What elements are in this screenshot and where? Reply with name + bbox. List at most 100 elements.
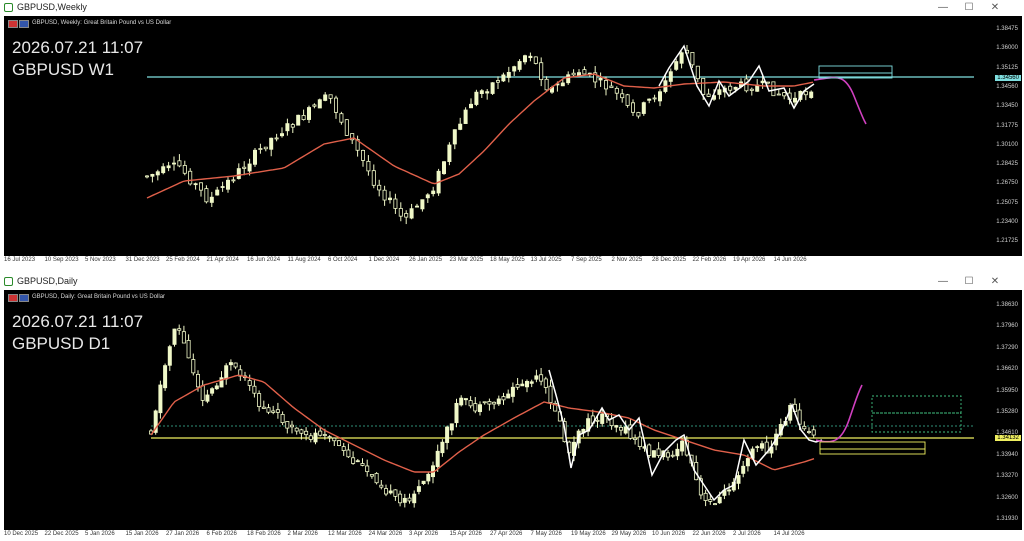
candle-body <box>544 78 549 91</box>
candlestick <box>177 154 182 168</box>
candle-body <box>177 328 182 331</box>
minimize-button[interactable]: — <box>932 0 954 16</box>
candle-body <box>275 409 280 413</box>
daily-chart-area[interactable]: GBPUSD, Daily: Great Britain Pound vs US… <box>4 290 1022 530</box>
candle-body <box>474 91 479 105</box>
close-button[interactable]: ✕ <box>984 0 1006 16</box>
candlestick <box>205 389 210 404</box>
candlestick <box>633 434 638 445</box>
candlestick <box>181 325 186 344</box>
candle-body <box>193 183 198 186</box>
candle-body <box>181 331 186 344</box>
weekly-chart-area[interactable]: GBPUSD, Weekly: Great Britain Pound vs U… <box>4 16 1022 256</box>
candle-body <box>515 384 520 388</box>
price-tick-label: 1.36000 <box>996 45 1018 52</box>
candlestick <box>158 380 163 419</box>
candle-body <box>636 112 641 117</box>
candle-body <box>285 123 290 132</box>
candle-body <box>285 421 290 429</box>
close-button[interactable]: ✕ <box>984 274 1006 290</box>
maximize-button[interactable]: ☐ <box>958 274 980 290</box>
candle-body <box>195 374 200 388</box>
candle-body <box>215 189 220 196</box>
date-tick-label: 16 Jul 2023 <box>4 257 36 263</box>
candle-body <box>501 74 506 82</box>
candle-body <box>713 503 718 506</box>
candle-body <box>205 394 210 402</box>
date-tick-label: 2 Jul 2026 <box>733 531 761 537</box>
candle-body <box>760 443 765 449</box>
candlestick <box>473 397 478 414</box>
candle-body <box>766 81 771 84</box>
candlestick <box>167 344 172 371</box>
candlestick <box>166 161 171 172</box>
candlestick <box>388 484 393 495</box>
daily-titlebar[interactable]: GBPUSD,Daily — ☐ ✕ <box>0 274 1024 290</box>
candle-body <box>301 115 306 120</box>
candle-body <box>404 213 409 218</box>
weekly-datetime: 2026.07.21 11:07 <box>12 38 144 57</box>
candlestick <box>328 94 333 104</box>
weekly-price-scale[interactable]: 1.38475 1.36000 1.35125 1.34560 1.33450 1.317… <box>975 16 1022 256</box>
candlestick <box>191 353 196 376</box>
candlestick <box>285 420 290 434</box>
candle-body <box>236 168 241 179</box>
candle-body <box>717 496 722 504</box>
candle-body <box>620 93 625 99</box>
maximize-button[interactable]: ☐ <box>958 0 980 16</box>
date-tick-label: 22 Dec 2025 <box>44 531 79 537</box>
daily-price-scale[interactable]: 1.38630 1.37960 1.37290 1.36620 1.35950 1.352… <box>975 290 1022 530</box>
candlestick <box>382 185 387 206</box>
candle-body <box>318 430 323 436</box>
candlestick <box>637 431 642 450</box>
candle-body <box>407 497 412 502</box>
candle-body <box>582 69 587 75</box>
candle-body <box>346 449 351 458</box>
candlestick <box>333 95 338 119</box>
candle-body <box>447 144 452 162</box>
candle-body <box>210 388 215 394</box>
candle-body <box>299 429 304 434</box>
candle-body <box>733 86 738 90</box>
date-tick-label: 16 Jun 2024 <box>247 257 281 263</box>
candlestick <box>332 437 337 447</box>
candlestick <box>717 83 722 100</box>
candlestick <box>366 155 371 176</box>
candlestick <box>666 449 671 461</box>
minimize-button[interactable]: — <box>932 274 954 290</box>
candlestick <box>459 395 464 407</box>
candlestick <box>371 164 376 189</box>
candle-body <box>182 165 187 174</box>
date-tick-label: 2 Mar 2026 <box>287 531 318 537</box>
candle-body <box>647 444 652 456</box>
candle-body <box>468 103 473 109</box>
candlestick <box>755 445 760 453</box>
candle-body <box>167 346 172 366</box>
candle-body <box>393 489 398 497</box>
candle-body <box>656 448 661 457</box>
candlestick <box>477 401 482 416</box>
date-tick-label: 6 Oct 2024 <box>328 257 358 263</box>
candlestick <box>620 89 625 103</box>
weekly-titlebar[interactable]: GBPUSD,Weekly — ☐ ✕ <box>0 0 1024 16</box>
date-tick-label: 15 Jan 2026 <box>125 531 159 537</box>
candlestick <box>454 398 459 428</box>
candle-body <box>566 74 571 84</box>
candle-body <box>523 55 528 63</box>
candlestick <box>520 379 525 387</box>
candlestick <box>360 149 365 167</box>
date-tick-label: 19 May 2026 <box>571 531 606 537</box>
candlestick <box>261 400 266 410</box>
candlestick <box>271 405 276 415</box>
candlestick <box>474 89 479 107</box>
candlestick <box>525 379 530 393</box>
candle-body <box>383 488 388 495</box>
candle-body <box>529 381 534 384</box>
candle-body <box>539 374 544 382</box>
candle-body <box>793 97 798 103</box>
candle-body <box>409 208 414 219</box>
candlestick <box>802 421 807 431</box>
candlestick <box>658 89 663 107</box>
price-tick-label: 1.37960 <box>996 323 1018 330</box>
candlestick <box>280 411 285 426</box>
